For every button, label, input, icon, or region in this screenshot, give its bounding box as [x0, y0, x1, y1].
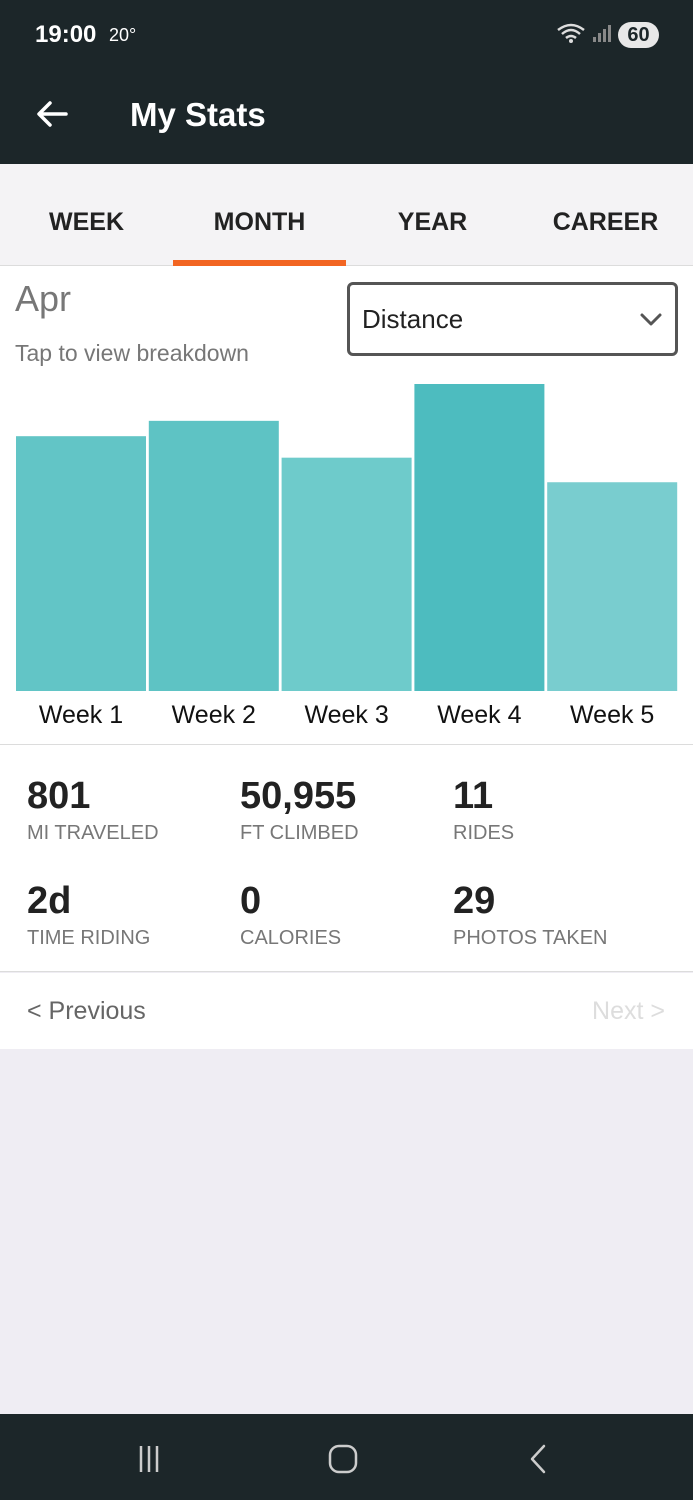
recent-apps-icon — [139, 1446, 159, 1472]
bar-chart: Week 1 Week 2 Week 3 Week 4 Week 5 — [16, 384, 678, 729]
home-icon — [328, 1444, 358, 1474]
x-tick-label: Week 2 — [172, 701, 256, 729]
home-button[interactable] — [323, 1439, 363, 1479]
bar-week-5[interactable] — [547, 482, 678, 691]
stat-label: PHOTOS TAKEN — [453, 927, 608, 949]
tab-career[interactable]: CAREER — [519, 164, 692, 266]
stat-time-riding: 2d TIME RIDING — [27, 880, 150, 950]
status-temperature: 20° — [109, 25, 137, 45]
stat-label: CALORIES — [240, 927, 342, 949]
battery-indicator: 60 — [618, 22, 659, 48]
period-tabs: WEEK MONTH YEAR CAREER — [0, 164, 693, 266]
x-tick-label: Week 5 — [570, 701, 654, 729]
stat-value: 2d — [27, 880, 72, 922]
system-nav-bar — [0, 1414, 693, 1500]
metric-selected-value: Distance — [362, 303, 464, 334]
wifi-icon — [556, 22, 586, 49]
stat-rides: 11 RIDES — [453, 775, 514, 845]
stat-value: 0 — [240, 880, 262, 922]
stat-value: 50,955 — [240, 775, 357, 817]
recent-apps-button[interactable] — [129, 1439, 169, 1479]
next-button[interactable]: Next > — [592, 997, 665, 1026]
tab-week[interactable]: WEEK — [0, 164, 173, 266]
bar-week-2[interactable] — [148, 420, 279, 691]
stat-label: TIME RIDING — [27, 927, 151, 949]
stat-photos: 29 PHOTOS TAKEN — [453, 880, 607, 950]
stat-value: 801 — [27, 775, 91, 817]
page-title: My Stats — [130, 96, 266, 133]
chevron-down-icon — [640, 313, 662, 326]
signal-icon — [592, 23, 612, 48]
tab-year[interactable]: YEAR — [346, 164, 519, 266]
stat-distance: 801 MI TRAVELED — [27, 775, 159, 845]
back-button[interactable] — [30, 94, 74, 134]
stat-value: 29 — [453, 880, 496, 922]
previous-button[interactable]: < Previous — [27, 997, 146, 1026]
bar-week-1[interactable] — [16, 436, 146, 691]
metric-dropdown[interactable]: Distance — [347, 282, 678, 356]
bar-week-4[interactable] — [414, 384, 545, 691]
breakdown-hint: Tap to view breakdown — [15, 340, 249, 366]
stat-label: MI TRAVELED — [27, 822, 159, 844]
x-tick-label: Week 3 — [304, 701, 388, 729]
stats-grid: 801 MI TRAVELED 50,955 FT CLIMBED 11 RID… — [0, 745, 693, 972]
pager: < Previous Next > — [0, 973, 693, 1049]
system-back-button[interactable] — [518, 1439, 558, 1479]
stat-label: FT CLIMBED — [240, 822, 359, 844]
back-arrow-icon — [37, 101, 68, 127]
chart-card: Apr Tap to view breakdown Distance Week … — [0, 266, 693, 745]
stat-label: RIDES — [453, 822, 515, 844]
app-bar: My Stats — [0, 64, 693, 164]
stat-value: 11 — [453, 775, 494, 817]
stat-climbed: 50,955 FT CLIMBED — [240, 775, 359, 845]
x-tick-label: Week 4 — [437, 701, 521, 729]
chevron-left-icon — [530, 1444, 546, 1474]
bar-week-3[interactable] — [281, 457, 412, 691]
x-tick-label: Week 1 — [39, 701, 123, 729]
status-bar: 19:00 20° 60 — [0, 0, 693, 64]
period-label: Apr — [15, 278, 72, 319]
status-time: 19:00 — [35, 21, 97, 48]
status-icons: 60 — [556, 20, 659, 50]
tab-month[interactable]: MONTH — [173, 164, 346, 266]
stat-calories: 0 CALORIES — [240, 880, 341, 950]
